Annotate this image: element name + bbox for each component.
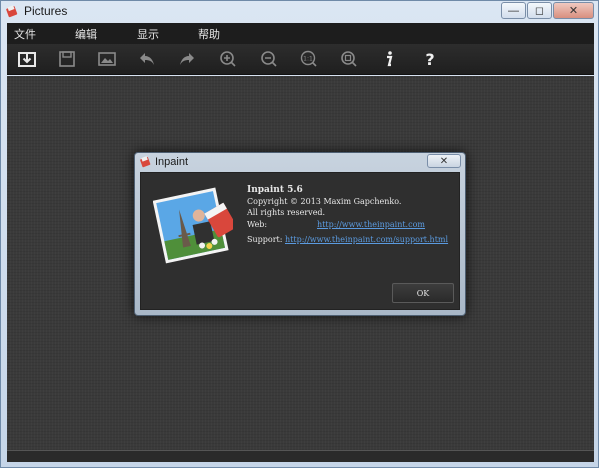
web-label: Web: — [247, 220, 268, 229]
copyright-text: Copyright © 2013 Maxim Gapchenko. — [247, 197, 402, 206]
dialog-title: Inpaint — [155, 156, 189, 168]
support-label: Support: — [247, 235, 283, 244]
svg-text:1:1: 1:1 — [303, 56, 313, 63]
app-name: Inpaint 5.6 — [247, 185, 303, 195]
ok-button[interactable]: OK — [392, 283, 454, 303]
help-button[interactable]: ? — [418, 48, 442, 70]
app-icon — [140, 156, 151, 168]
support-link[interactable]: http://www.theinpaint.com/support.html — [285, 235, 448, 244]
menu-edit[interactable]: 编辑 — [75, 26, 97, 42]
zoom-in-button[interactable] — [216, 48, 240, 70]
menu-file[interactable]: 文件 — [14, 26, 36, 42]
zoom-fit-icon — [341, 51, 357, 67]
undo-icon — [140, 53, 154, 65]
zoom-out-icon — [261, 51, 277, 67]
status-bar — [7, 450, 594, 462]
open-button[interactable] — [15, 48, 39, 70]
web-row: Web: http://www.theinpaint.com — [247, 220, 425, 229]
toolbar: 1:1 ? — [7, 44, 594, 75]
dialog-body: Inpaint 5.6 Copyright © 2013 Maxim Gapch… — [140, 172, 460, 310]
zoom-actual-icon: 1:1 — [300, 50, 317, 67]
undo-button[interactable] — [135, 48, 159, 70]
zoom-fit-button[interactable] — [337, 48, 361, 70]
help-icon: ? — [425, 50, 434, 69]
zoom-actual-button[interactable]: 1:1 — [297, 48, 321, 70]
info-icon — [387, 51, 393, 67]
about-dialog: Inpaint ✕ Inpaint 5.6 Copyright © 2013 M… — [134, 152, 466, 316]
image-icon — [98, 52, 116, 66]
dialog-close-button[interactable]: ✕ — [427, 154, 461, 168]
title-bar: Pictures — ◻ ✕ — [1, 1, 598, 22]
menu-view[interactable]: 显示 — [137, 26, 159, 42]
save-icon — [59, 51, 75, 67]
save-button[interactable] — [55, 48, 79, 70]
image-button[interactable] — [95, 48, 119, 70]
web-link[interactable]: http://www.theinpaint.com — [317, 220, 425, 229]
app-logo-photo — [153, 187, 233, 264]
window-title: Pictures — [24, 4, 68, 18]
menu-bar: 文件 编辑 显示 帮助 — [7, 23, 594, 44]
open-icon — [18, 52, 36, 67]
redo-icon — [180, 53, 194, 65]
close-button[interactable]: ✕ — [553, 2, 594, 19]
redo-button[interactable] — [175, 48, 199, 70]
about-info: Inpaint 5.6 Copyright © 2013 Maxim Gapch… — [247, 185, 401, 218]
zoom-in-icon — [220, 51, 236, 67]
rights-text: All rights reserved. — [247, 208, 326, 217]
dialog-title-bar: Inpaint ✕ — [135, 153, 465, 171]
zoom-out-button[interactable] — [257, 48, 281, 70]
support-row: Support: http://www.theinpaint.com/suppo… — [247, 235, 448, 244]
maximize-button[interactable]: ◻ — [527, 2, 552, 19]
menu-help[interactable]: 帮助 — [198, 26, 220, 42]
app-icon — [6, 5, 18, 18]
svg-text:?: ? — [425, 50, 434, 69]
info-button[interactable] — [377, 48, 401, 70]
minimize-button[interactable]: — — [501, 2, 526, 19]
